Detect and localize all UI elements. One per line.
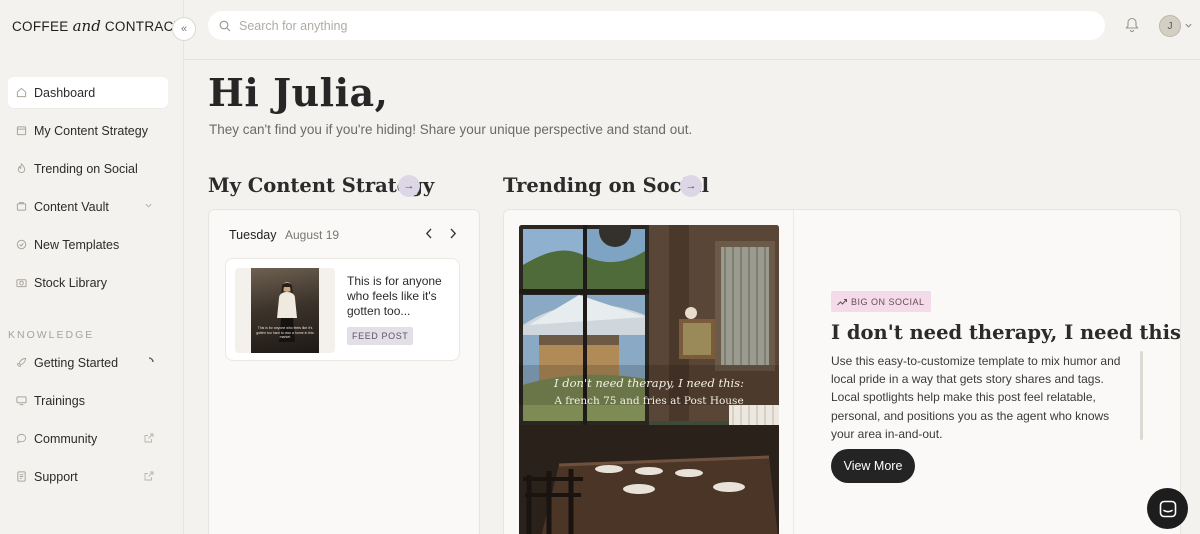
chevron-down-icon[interactable] <box>1184 21 1193 30</box>
post-image: This is for anyone who feels like it's g… <box>251 268 319 353</box>
rocket-icon <box>16 357 27 368</box>
calendar-day: Tuesday <box>229 228 277 242</box>
calendar-icon <box>16 125 27 136</box>
sidebar-item-label: Dashboard <box>34 85 96 100</box>
trending-up-icon <box>837 298 847 306</box>
knowledge-section-label: KNOWLEDGE <box>8 329 95 341</box>
big-on-social-badge: BIG ON SOCIAL <box>831 291 931 312</box>
search-bar[interactable] <box>208 11 1105 40</box>
image-caption-line-1: I don't need therapy, I need this: <box>554 376 744 390</box>
vault-icon <box>16 201 27 212</box>
external-link-icon <box>143 432 154 443</box>
search-icon <box>219 20 231 32</box>
sidebar-item-my-content-strategy[interactable]: My Content Strategy <box>8 115 168 146</box>
monitor-icon <box>16 395 27 406</box>
sidebar-item-new-templates[interactable]: New Templates <box>8 229 168 260</box>
sidebar-item-label: Content Vault <box>34 199 109 214</box>
sidebar-item-trainings[interactable]: Trainings <box>8 385 168 416</box>
page-subtitle: They can't find you if you're hiding! Sh… <box>209 122 693 137</box>
loading-spinner-icon <box>143 356 154 367</box>
document-icon <box>16 471 27 482</box>
brand-logo[interactable]: COFFEE and CONTRACTS <box>12 17 192 35</box>
trending-card: I don't need therapy, I need this: A fre… <box>503 209 1181 534</box>
sidebar-item-content-vault[interactable]: Content Vault <box>8 191 168 222</box>
chat-icon <box>16 433 27 444</box>
scheduled-post-card[interactable]: This is for anyone who feels like it's g… <box>225 258 460 361</box>
collapse-sidebar-button[interactable]: « <box>172 17 196 41</box>
sidebar-item-support[interactable]: Support <box>8 461 168 492</box>
image-caption-line-2: A french 75 and fries at Post House <box>554 395 744 407</box>
trending-template-image[interactable]: I don't need therapy, I need this: A fre… <box>519 225 779 534</box>
chevron-left-icon[interactable] <box>422 226 436 240</box>
content-strategy-card: Tuesday August 19 This is for anyone who… <box>208 209 480 534</box>
sidebar-item-dashboard[interactable]: Dashboard <box>8 77 168 108</box>
knowledge-nav: Getting Started Trainings Community Supp… <box>8 347 168 499</box>
notification-bell-icon[interactable] <box>1125 17 1139 33</box>
sidebar-item-label: Stock Library <box>34 275 107 290</box>
trending-arrow-button[interactable]: → <box>680 175 702 197</box>
calendar-date: August 19 <box>285 228 340 242</box>
sidebar-item-getting-started[interactable]: Getting Started <box>8 347 168 378</box>
sidebar-item-label: Trainings <box>34 393 85 408</box>
chevron-right-icon[interactable] <box>446 226 460 240</box>
sidebar-item-community[interactable]: Community <box>8 423 168 454</box>
trending-title: Trending on Social <box>503 174 709 197</box>
sidebar-item-trending-on-social[interactable]: Trending on Social <box>8 153 168 184</box>
search-input[interactable] <box>239 18 1039 33</box>
home-icon <box>16 87 27 98</box>
main-nav: Dashboard My Content Strategy Trending o… <box>8 77 168 305</box>
external-link-icon <box>143 470 154 481</box>
trend-icon <box>16 163 27 174</box>
template-icon <box>16 239 27 250</box>
sidebar-item-label: Support <box>34 469 78 484</box>
sidebar-item-label: Community <box>34 431 98 446</box>
description-scrollbar[interactable] <box>1140 351 1143 440</box>
trending-headline: I don't need therapy, I need this: <box>831 321 1181 344</box>
thumbnail-caption: This is for anyone who feels like it's g… <box>256 326 314 339</box>
sidebar: COFFEE and CONTRACTS Dashboard My Conten… <box>0 0 191 534</box>
content-strategy-arrow-button[interactable]: → <box>398 175 420 197</box>
camera-icon <box>16 277 27 288</box>
chat-launcher-button[interactable] <box>1147 488 1188 529</box>
top-bar: J <box>184 0 1200 60</box>
post-thumbnail: This is for anyone who feels like it's g… <box>235 268 335 353</box>
sidebar-item-label: Getting Started <box>34 355 119 370</box>
view-more-button[interactable]: View More <box>831 449 915 483</box>
user-avatar[interactable]: J <box>1159 15 1181 37</box>
sidebar-item-label: New Templates <box>34 237 120 252</box>
chat-bubble-icon <box>1159 500 1177 518</box>
trending-description: Use this easy-to-customize template to m… <box>831 354 1121 441</box>
card-divider <box>793 210 794 534</box>
page-title: Hi Julia, <box>208 70 389 115</box>
chevron-down-icon[interactable] <box>143 200 154 211</box>
post-preview-text: This is for anyone who feels like it's g… <box>347 274 442 318</box>
sidebar-item-stock-library[interactable]: Stock Library <box>8 267 168 298</box>
sidebar-item-label: Trending on Social <box>34 161 138 176</box>
post-type-badge: FEED POST <box>347 327 414 345</box>
sidebar-item-label: My Content Strategy <box>34 123 148 138</box>
